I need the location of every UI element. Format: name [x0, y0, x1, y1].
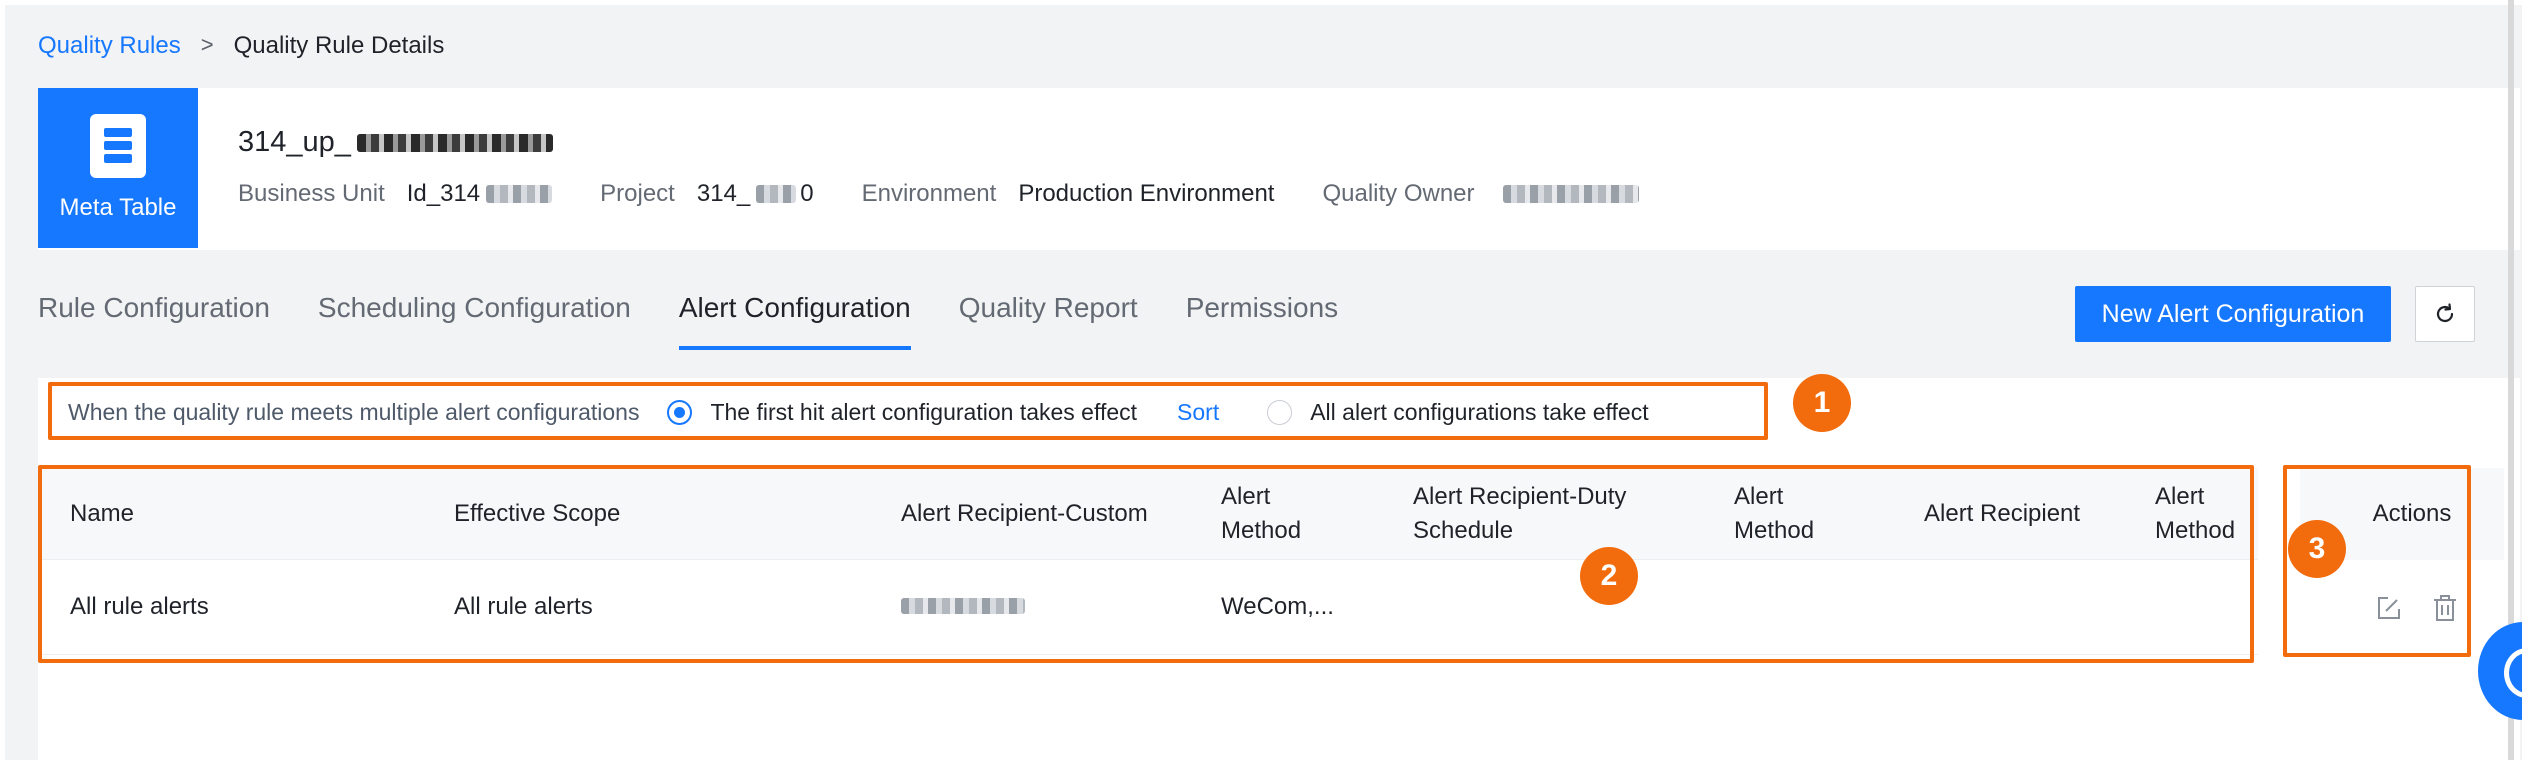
column-alert-recipient-duty: Alert Recipient-Duty Schedule — [1413, 482, 1627, 544]
tab-permissions[interactable]: Permissions — [1186, 292, 1338, 350]
option-first-hit-label[interactable]: The first hit alert configuration takes … — [710, 399, 1137, 426]
alert-mode-question: When the quality rule meets multiple ale… — [68, 398, 640, 425]
column-name: Name — [70, 499, 135, 527]
table-header: Name Effective Scope Alert Recipient-Cus… — [38, 468, 2258, 560]
edit-icon[interactable] — [2376, 595, 2402, 621]
column-alert-recipient: Alert Recipient — [1924, 499, 2081, 527]
business-unit-label: Business Unit — [238, 180, 385, 207]
project-value: 314_ 0 — [696, 180, 814, 207]
environment-value: Production Environment — [1018, 180, 1275, 207]
quality-owner-value — [1497, 185, 1639, 203]
redacted-project — [756, 185, 797, 203]
detail-tabs: Rule Configuration Scheduling Configurat… — [38, 292, 1386, 352]
column-alert-method-3: Alert Method — [2155, 482, 2236, 544]
cell-effective-scope: All rule alerts — [454, 593, 593, 620]
quality-owner-label: Quality Owner — [1322, 180, 1475, 207]
alert-config-table: Name Effective Scope Alert Recipient-Cus… — [38, 468, 2258, 655]
environment-label: Environment — [861, 180, 997, 207]
cell-alert-method: WeCom,... — [1221, 593, 1334, 620]
radio-all-configs[interactable] — [1267, 399, 1293, 425]
project-label: Project — [600, 180, 675, 207]
cell-name: All rule alerts — [70, 593, 209, 620]
tab-quality-report[interactable]: Quality Report — [959, 292, 1138, 350]
radio-first-hit[interactable] — [667, 399, 693, 425]
table-row[interactable]: All rule alerts All rule alerts WeCom,..… — [38, 560, 2258, 655]
column-effective-scope: Effective Scope — [454, 499, 621, 527]
redacted-business-unit — [486, 185, 553, 203]
breadcrumb: Quality Rules > Quality Rule Details — [38, 28, 444, 64]
redacted-recipient — [901, 598, 1025, 614]
tab-scheduling-configuration[interactable]: Scheduling Configuration — [318, 292, 631, 350]
rule-header-card: Meta Table 314_up_ Business Unit Id_314 … — [38, 88, 2520, 250]
redacted-table-name — [356, 133, 553, 152]
column-alert-method-1: Alert Method — [1221, 482, 1302, 544]
refresh-icon — [2436, 303, 2454, 323]
annotation-badge-3: 3 — [2288, 520, 2346, 578]
redacted-quality-owner — [1502, 185, 1639, 203]
alert-config-panel: When the quality rule meets multiple ale… — [38, 378, 2520, 760]
breadcrumb-current: Quality Rule Details — [233, 32, 445, 59]
column-alert-recipient-custom: Alert Recipient-Custom — [901, 499, 1148, 527]
database-table-icon — [90, 114, 146, 178]
table-name: 314_up_ — [238, 126, 553, 159]
meta-table-label: Meta Table — [59, 194, 177, 221]
business-unit-value: Id_314 — [407, 180, 553, 208]
tab-rule-configuration[interactable]: Rule Configuration — [38, 292, 270, 350]
column-alert-method-2: Alert Method — [1734, 482, 1815, 544]
annotation-badge-2: 2 — [1580, 547, 1638, 605]
trash-icon[interactable] — [2432, 594, 2458, 622]
annotation-badge-1: 1 — [1793, 374, 1851, 432]
cell-alert-recipient-custom — [901, 590, 1025, 624]
new-alert-configuration-button[interactable]: New Alert Configuration — [2075, 286, 2391, 342]
rule-info-row: Business Unit Id_314 Project 314_ 0 Envi… — [238, 180, 1687, 208]
tab-alert-configuration[interactable]: Alert Configuration — [678, 292, 911, 350]
sort-link[interactable]: Sort — [1177, 399, 1219, 426]
breadcrumb-quality-rules-link[interactable]: Quality Rules — [38, 32, 181, 60]
table-name-text: 314_up_ — [238, 126, 351, 158]
option-all-configs-label[interactable]: All alert configurations take effect — [1310, 399, 1648, 426]
refresh-button[interactable] — [2415, 286, 2475, 342]
meta-table-badge: Meta Table — [38, 88, 198, 248]
alert-mode-row: When the quality rule meets multiple ale… — [48, 383, 1689, 441]
chevron-right-icon: > — [200, 32, 214, 57]
